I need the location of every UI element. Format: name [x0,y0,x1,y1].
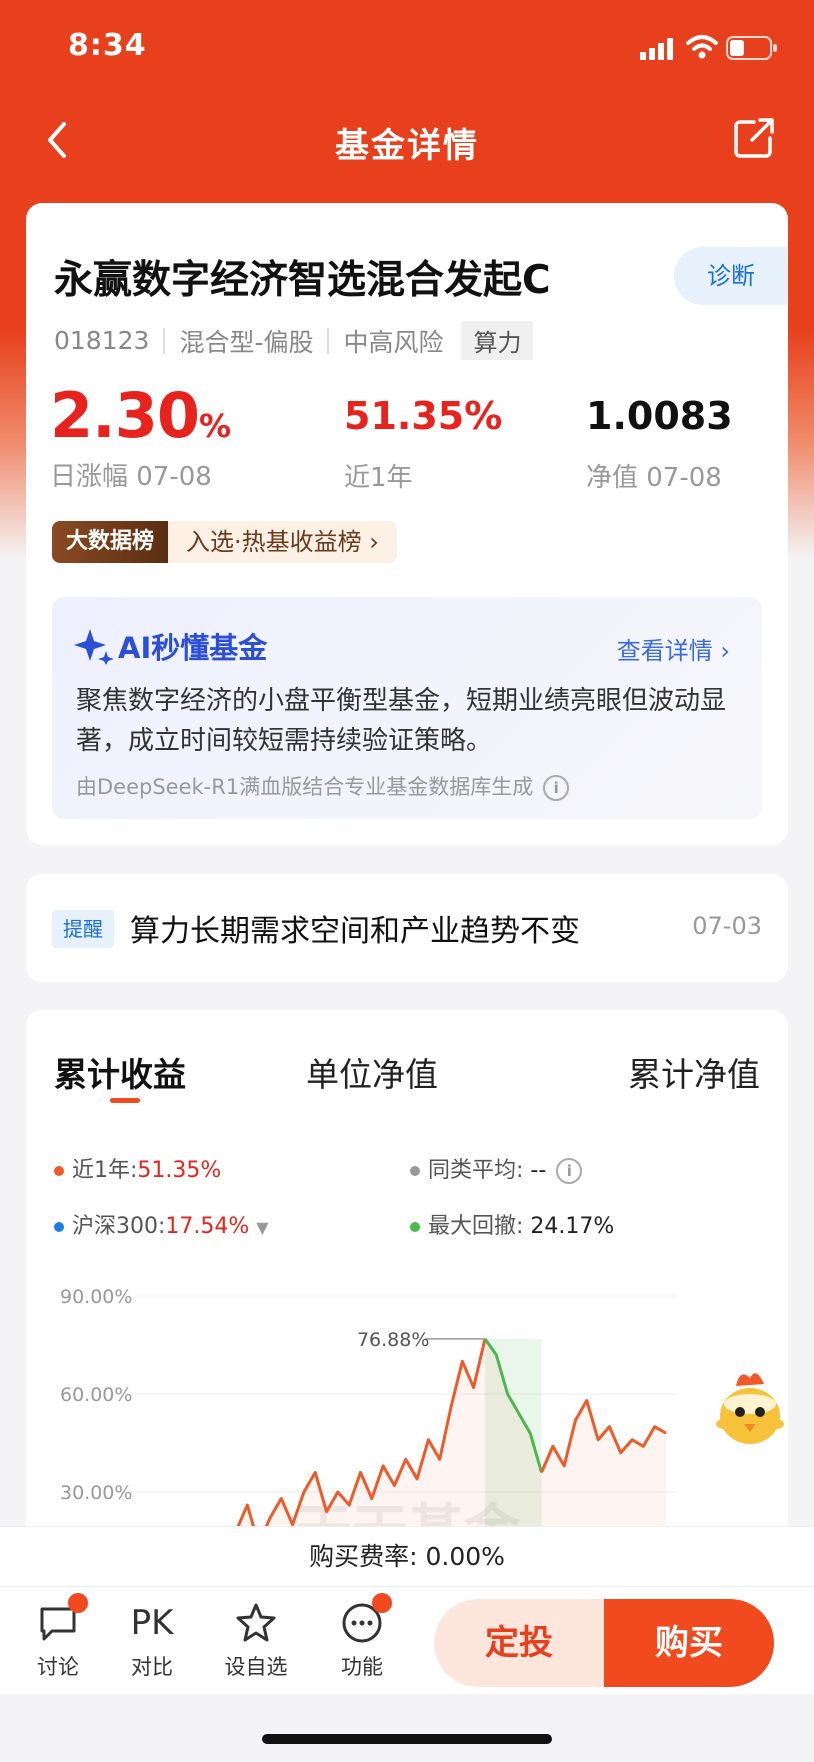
nav-value: 1.0083 [586,394,733,438]
chevron-right-icon: › [369,528,379,556]
rank-badge[interactable]: 大数据榜 入选·热基收益榜 › [52,521,397,563]
trade-button-group: 定投 购买 [434,1599,774,1687]
legend-max-drawdown: 最大回撤: 24.17% [410,1208,614,1240]
mascot-assistant-icon[interactable] [710,1364,790,1450]
ai-summary-title: AI秒懂基金 [118,631,268,665]
year-return-value: 51.35% [344,394,503,438]
fund-type: 混合型-偏股 [179,327,314,357]
status-bar: 8:34 [0,0,814,96]
wifi-icon [686,35,718,59]
info-icon[interactable]: i [556,1158,583,1184]
performance-chart[interactable]: 天天基金90.00%60.00%30.00%76.88% [26,1250,788,1570]
fund-code: 018123 [54,326,150,355]
sparkle-icon [74,629,114,665]
fund-theme-tag[interactable]: 算力 [461,321,534,360]
functions-button[interactable]: 功能 [322,1593,402,1681]
legend-fund: 近1年:51.35% [54,1152,221,1184]
performance-chart-card: 累计收益 单位净值 累计净值 近1年:51.35% 同类平均: -- i 沪深30… [26,1010,788,1570]
tab-cumulative-return[interactable]: 累计收益 [54,1048,186,1096]
battery-icon [726,36,777,60]
compare-button[interactable]: PK 对比 [112,1601,192,1681]
info-icon[interactable]: i [543,775,570,801]
daily-change-stat: 2.30% 日涨幅 07-08 [50,379,231,493]
year-return-label: 近1年 [344,463,413,493]
rank-badge-text: 入选·热基收益榜 › [168,521,397,563]
tab-cumulative-nav[interactable]: 累计净值 [628,1048,760,1096]
divider [327,327,330,354]
peak-label: 76.88% [357,1329,429,1351]
navigation-bar: 基金详情 [0,104,814,176]
nav-label: 净值 07-08 [586,463,722,493]
ai-summary-details-link[interactable]: 查看详情 › [617,631,730,666]
fund-risk: 中高风险 [343,327,444,357]
notice-tag: 提醒 [52,910,114,948]
star-icon [236,1603,276,1642]
fund-meta-row: 018123 混合型-偏股 中高风险 算力 [54,321,534,360]
notification-dot [68,1593,88,1613]
chart-tabs: 累计收益 单位净值 累计净值 [54,1048,760,1108]
chevron-right-icon: › [720,637,730,665]
nav-stat: 1.0083 净值 07-08 [586,379,733,494]
notification-dot [372,1593,392,1613]
daily-change-label: 日涨幅 07-08 [50,462,212,492]
y-tick-label: 90.00% [60,1286,132,1308]
ai-summary-box: AI秒懂基金 查看详情 › 聚焦数字经济的小盘平衡型基金，短期业绩亮眼但波动显著… [52,597,762,819]
legend-dot [54,1222,64,1232]
notice-date: 07-03 [692,912,762,940]
rank-badge-tag: 大数据榜 [52,521,169,563]
legend-peer-average: 同类平均: -- i [410,1152,583,1184]
diagnose-button[interactable]: 诊断 [674,247,788,305]
auto-invest-button[interactable]: 定投 [434,1599,604,1687]
ai-summary-footer: 由DeepSeek-R1满血版结合专业基金数据库生成 i [76,771,570,801]
home-indicator[interactable] [262,1734,552,1744]
legend-dot [410,1222,420,1232]
page-title: 基金详情 [335,126,479,166]
ai-summary-text: 聚焦数字经济的小盘平衡型基金，短期业绩亮眼但波动显著，成立时间较短需持续验证策略… [76,686,727,756]
legend-dot [410,1166,420,1176]
dropdown-triangle-icon: ▼ [256,1218,269,1237]
fund-name: 永赢数字经济智选混合发起C [54,258,551,303]
status-time: 8:34 [68,28,147,63]
discuss-button[interactable]: 讨论 [18,1593,98,1681]
active-tab-indicator [110,1098,140,1103]
purchase-fee-bar: 购买费率: 0.00% [0,1526,814,1587]
share-icon[interactable] [732,116,776,160]
fund-summary-card: 永赢数字经济智选混合发起C 诊断 018123 混合型-偏股 中高风险 算力 2.30… [26,203,788,845]
pk-icon: PK [130,1603,174,1643]
cellular-signal-icon [640,38,673,60]
daily-change-value: 2.30% [50,379,231,452]
notice-card[interactable]: 提醒 算力长期需求空间和产业趋势不变 07-03 [26,874,788,982]
buy-button[interactable]: 购买 [604,1599,774,1687]
y-tick-label: 30.00% [60,1482,132,1504]
notice-text: 算力长期需求空间和产业趋势不变 [130,914,580,949]
home-indicator-area [0,1694,814,1762]
year-return-stat: 51.35% 近1年 [344,379,502,494]
bottom-action-bar: 讨论 PK 对比 设自选 功能 定投 购买 [0,1586,814,1695]
y-tick-label: 60.00% [60,1384,132,1406]
add-watchlist-button[interactable]: 设自选 [216,1601,296,1681]
legend-index[interactable]: 沪深300:17.54% ▼ [54,1208,269,1240]
legend-dot [54,1166,64,1176]
tab-unit-nav[interactable]: 单位净值 [306,1048,438,1096]
divider [163,327,166,354]
